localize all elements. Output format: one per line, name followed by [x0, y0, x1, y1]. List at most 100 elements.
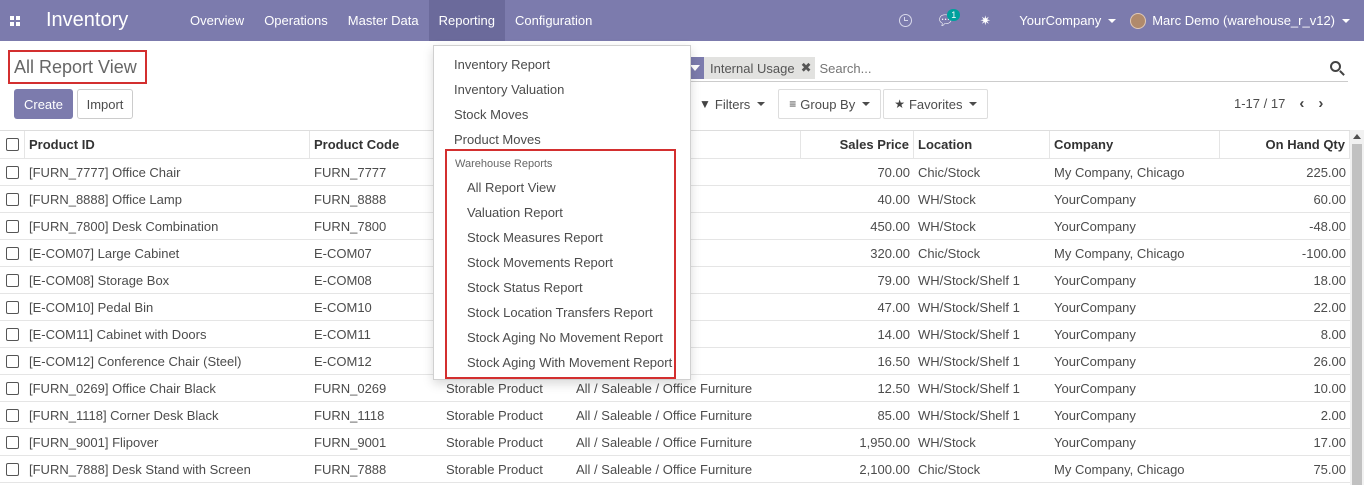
row-checkbox[interactable]: [6, 381, 19, 395]
cell-company: YourCompany: [1054, 353, 1136, 369]
pager-value[interactable]: 1-17 / 17: [1234, 96, 1285, 111]
filter-bar: ▼ Filters ≡ Group By ★ Favorites: [688, 89, 989, 119]
menu-item-stock-aging-with-movement-report[interactable]: Stock Aging With Movement Report: [467, 355, 672, 370]
app-title[interactable]: Inventory: [46, 9, 180, 32]
cell-product-id: [E-COM11] Cabinet with Doors: [29, 326, 207, 342]
cell-on-hand-qty: 26.00: [1313, 353, 1346, 369]
facet-remove-icon[interactable]: ✖: [801, 60, 816, 76]
menu-configuration[interactable]: Configuration: [505, 0, 602, 41]
row-checkbox-cell[interactable]: [0, 192, 25, 206]
cell-company: YourCompany: [1054, 299, 1136, 315]
cell-sales-price: 320.00: [870, 245, 910, 261]
row-checkbox-cell[interactable]: [0, 408, 25, 422]
row-checkbox-cell[interactable]: [0, 300, 25, 314]
activity-clock-icon[interactable]: [885, 0, 925, 41]
apps-menu-icon[interactable]: [0, 0, 30, 41]
row-checkbox[interactable]: [6, 273, 19, 287]
filters-button[interactable]: ▼ Filters: [688, 89, 776, 119]
import-button[interactable]: Import: [77, 89, 133, 119]
cell-on-hand-qty: -48.00: [1309, 218, 1346, 234]
menu-item-stock-movements-report[interactable]: Stock Movements Report: [467, 255, 613, 270]
cell-location: WH/Stock: [918, 191, 976, 207]
row-checkbox[interactable]: [6, 462, 19, 476]
row-checkbox-cell[interactable]: [0, 435, 25, 449]
search-input[interactable]: [819, 60, 1326, 76]
cell-sales-price: 1,950.00: [859, 434, 910, 450]
row-checkbox[interactable]: [6, 354, 19, 368]
debug-bug-icon[interactable]: ✷: [965, 0, 1005, 41]
search-icon[interactable]: [1326, 57, 1348, 79]
cell-product-type: Storable Product: [446, 407, 543, 423]
row-checkbox-cell[interactable]: [0, 462, 25, 476]
select-all-checkbox-cell[interactable]: [0, 130, 25, 159]
header-company[interactable]: Company: [1050, 130, 1220, 159]
row-checkbox[interactable]: [6, 408, 19, 422]
cell-location: WH/Stock/Shelf 1: [918, 272, 1020, 288]
cell-location: WH/Stock/Shelf 1: [918, 299, 1020, 315]
vertical-scrollbar[interactable]: [1350, 130, 1364, 485]
company-switcher[interactable]: YourCompany: [1005, 0, 1130, 41]
header-location[interactable]: Location: [914, 130, 1050, 159]
groupby-label: Group By: [800, 96, 856, 112]
row-checkbox-cell[interactable]: [0, 354, 25, 368]
menu-overview[interactable]: Overview: [180, 0, 254, 41]
chat-icon[interactable]: 💬︎ 1: [925, 0, 965, 41]
table-row[interactable]: [FURN_1118] Corner Desk Black FURN_1118 St…: [0, 402, 1350, 429]
groupby-button[interactable]: ≡ Group By: [778, 89, 882, 119]
user-menu[interactable]: Marc Demo (warehouse_r_v12): [1130, 0, 1364, 41]
header-product-id[interactable]: Product ID: [25, 130, 310, 159]
row-checkbox[interactable]: [6, 192, 19, 206]
cell-sales-price: 12.50: [877, 380, 910, 396]
cell-company: My Company, Chicago: [1054, 461, 1185, 477]
chevron-right-icon[interactable]: ›: [1318, 95, 1323, 112]
menu-item-all-report-view[interactable]: All Report View: [467, 180, 556, 195]
row-checkbox[interactable]: [6, 300, 19, 314]
row-checkbox-cell[interactable]: [0, 381, 25, 395]
menu-item-inventory-report[interactable]: Inventory Report: [454, 57, 550, 72]
cell-location: WH/Stock/Shelf 1: [918, 326, 1020, 342]
header-sales-price[interactable]: Sales Price: [801, 130, 914, 159]
cell-product-code: E-COM11: [314, 326, 371, 342]
row-checkbox[interactable]: [6, 219, 19, 233]
menu-item-inventory-valuation[interactable]: Inventory Valuation: [454, 82, 564, 97]
menu-item-stock-status-report[interactable]: Stock Status Report: [467, 280, 583, 295]
chevron-left-icon[interactable]: ‹: [1299, 95, 1304, 112]
top-navbar: Inventory Overview Operations Master Dat…: [0, 0, 1364, 41]
menu-item-valuation-report[interactable]: Valuation Report: [467, 205, 563, 220]
row-checkbox[interactable]: [6, 435, 19, 449]
scrollbar-thumb[interactable]: [1352, 144, 1362, 485]
row-checkbox-cell[interactable]: [0, 219, 25, 233]
menu-operations[interactable]: Operations: [254, 0, 338, 41]
caret-down-icon: [1342, 18, 1350, 23]
menu-item-product-moves[interactable]: Product Moves: [454, 132, 541, 147]
row-checkbox[interactable]: [6, 327, 19, 341]
header-on-hand-qty[interactable]: On Hand Qty: [1220, 130, 1350, 159]
row-checkbox-cell[interactable]: [0, 165, 25, 179]
menu-master-data[interactable]: Master Data: [338, 0, 429, 41]
row-checkbox-cell[interactable]: [0, 273, 25, 287]
cell-location: WH/Stock: [918, 218, 976, 234]
cell-company: My Company, Chicago: [1054, 245, 1185, 261]
menu-item-stock-location-transfers-report[interactable]: Stock Location Transfers Report: [467, 305, 653, 320]
create-button[interactable]: Create: [14, 89, 73, 119]
table-row[interactable]: [FURN_9001] Flipover FURN_9001 Storable Pr…: [0, 429, 1350, 456]
user-name: Marc Demo (warehouse_r_v12): [1152, 13, 1335, 28]
table-row[interactable]: [FURN_7888] Desk Stand with Screen FURN_7…: [0, 456, 1350, 483]
row-checkbox[interactable]: [6, 246, 19, 260]
cell-sales-price: 2,100.00: [859, 461, 910, 477]
cell-on-hand-qty: 2.00: [1320, 407, 1346, 423]
row-checkbox-cell[interactable]: [0, 246, 25, 260]
search-bar: Internal Usage ✖: [684, 55, 1348, 82]
favorites-button[interactable]: ★ Favorites: [883, 89, 989, 119]
caret-down-icon: [969, 102, 978, 106]
row-checkbox[interactable]: [6, 165, 19, 179]
cell-product-id: [FURN_7777] Office Chair: [29, 164, 181, 180]
header-product-code[interactable]: Product Code: [310, 130, 442, 159]
row-checkbox-cell[interactable]: [0, 327, 25, 341]
scroll-up-icon[interactable]: [1353, 134, 1361, 139]
menu-item-stock-moves[interactable]: Stock Moves: [454, 107, 528, 122]
menu-item-stock-aging-no-movement-report[interactable]: Stock Aging No Movement Report: [467, 330, 663, 345]
menu-item-stock-measures-report[interactable]: Stock Measures Report: [467, 230, 603, 245]
select-all-checkbox[interactable]: [5, 138, 19, 151]
menu-reporting[interactable]: Reporting: [428, 0, 505, 41]
